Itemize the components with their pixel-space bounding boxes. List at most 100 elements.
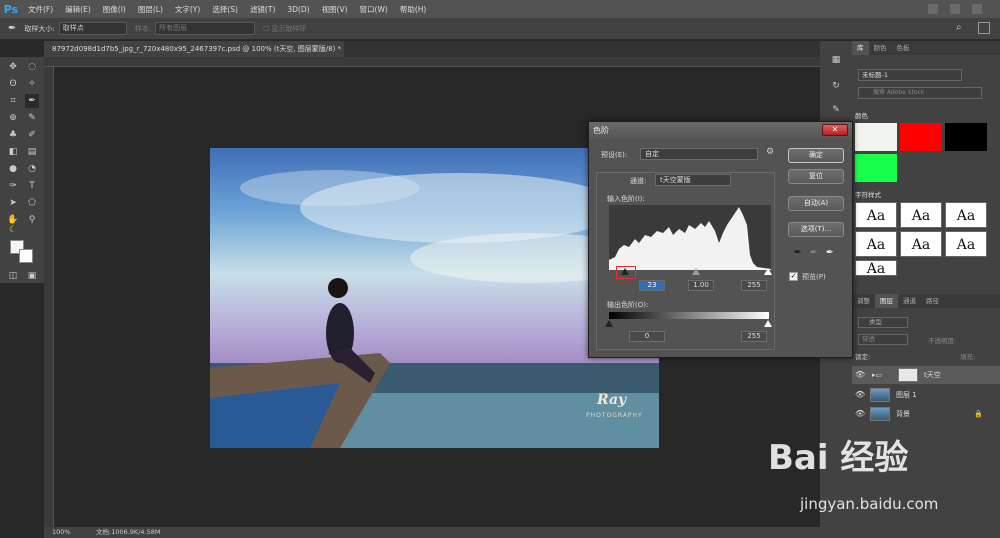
search-icon[interactable]: ⌕	[956, 22, 962, 33]
color-swatch-green[interactable]	[855, 154, 897, 182]
zoom-level[interactable]: 100%	[52, 527, 71, 538]
brush-tool-icon[interactable]: ✎	[25, 111, 39, 125]
menu-type[interactable]: 文字(Y)	[169, 4, 206, 15]
sample-size-select[interactable]: 取样点	[58, 22, 127, 35]
document-tab[interactable]: 87972d098d1d7b5_jpg_r_720x480x95_2467397…	[44, 41, 344, 57]
gradient-tool-icon[interactable]: ▤	[25, 145, 39, 159]
shape-tool-icon[interactable]: ⬠	[25, 196, 39, 210]
tab-library[interactable]: 库	[852, 41, 869, 55]
char-style-1[interactable]: Aa	[855, 202, 897, 228]
visibility-eye-icon[interactable]: 👁	[855, 366, 865, 384]
screen-mode-icon[interactable]: ▣	[25, 269, 39, 283]
eyedropper-icon[interactable]: ✒	[8, 23, 16, 34]
dialog-title[interactable]: 色阶	[589, 122, 852, 139]
options-button[interactable]: 选项(T)...	[788, 222, 844, 237]
input-white-field[interactable]: 255	[741, 280, 767, 291]
output-white-field[interactable]: 255	[741, 331, 767, 342]
tab-layers[interactable]: 图层	[875, 294, 898, 308]
preset-gear-icon[interactable]: ⚙	[766, 147, 774, 157]
tab-paths[interactable]: 路径	[921, 294, 944, 308]
visibility-eye-icon[interactable]: 👁	[855, 405, 865, 423]
reset-button[interactable]: 复位	[788, 169, 844, 184]
gamma-handle[interactable]	[692, 268, 700, 275]
layer-name[interactable]: 背景	[896, 405, 910, 423]
layer-row-background[interactable]: 👁 背景 🔒	[852, 405, 1000, 423]
dialog-close-button[interactable]: ✕	[822, 124, 848, 136]
channel-select[interactable]: t天空蒙版	[655, 174, 731, 186]
input-black-field[interactable]: 23	[639, 280, 665, 291]
marquee-tool-icon[interactable]: ◌	[25, 60, 39, 74]
char-style-6[interactable]: Aa	[945, 231, 987, 257]
tool-presets-icon[interactable]: ✎	[829, 103, 843, 117]
menu-filter[interactable]: 滤镜(T)	[244, 4, 281, 15]
char-style-7[interactable]: Aa	[855, 260, 897, 276]
auto-button[interactable]: 自动(A)	[788, 196, 844, 211]
color-swatch-black[interactable]	[945, 123, 987, 151]
preview-checkbox[interactable]: ✓	[789, 272, 798, 281]
tab-swatches[interactable]: 色板	[892, 41, 915, 55]
layer-filter-select[interactable]: 类型	[858, 317, 908, 328]
preset-select[interactable]: 自定	[640, 148, 758, 160]
type-tool-icon[interactable]: T	[25, 179, 39, 193]
restore-icon[interactable]	[950, 4, 960, 14]
path-select-icon[interactable]: ➤	[6, 196, 20, 210]
menu-3d[interactable]: 3D(D)	[281, 5, 315, 14]
blend-mode-select[interactable]: 穿透	[858, 334, 908, 345]
magic-wand-icon[interactable]: ✧	[25, 77, 39, 91]
stock-search-input[interactable]: 搜索 Adobe Stock	[858, 87, 982, 99]
layer-name[interactable]: 图层 1	[896, 386, 917, 404]
close-icon[interactable]	[972, 4, 982, 14]
eyedropper-tool-icon[interactable]: ✒	[25, 94, 39, 108]
menu-view[interactable]: 视图(V)	[316, 4, 354, 15]
dodge-tool-icon[interactable]: ◔	[25, 162, 39, 176]
char-style-4[interactable]: Aa	[855, 231, 897, 257]
layer-mask-thumb[interactable]	[898, 368, 918, 382]
blur-tool-icon[interactable]: ●	[6, 162, 20, 176]
white-eyedropper-icon[interactable]: ✒	[826, 248, 834, 258]
menu-file[interactable]: 文件(F)	[22, 4, 59, 15]
crop-tool-icon[interactable]: ⌗	[6, 94, 20, 108]
library-select[interactable]: 未标题-1	[858, 69, 962, 81]
color-swatch-red[interactable]	[900, 123, 942, 151]
output-black-handle[interactable]	[605, 320, 613, 327]
char-style-3[interactable]: Aa	[945, 202, 987, 228]
zoom-tool-icon[interactable]: ⚲	[25, 213, 39, 227]
ok-button[interactable]: 确定	[788, 148, 844, 163]
output-black-field[interactable]: 0	[629, 331, 665, 342]
menu-edit[interactable]: 编辑(E)	[59, 4, 97, 15]
char-styles-section-header[interactable]: 字符样式	[855, 189, 881, 199]
layer-row-sky[interactable]: 👁 ▸▭ t天空	[852, 366, 1000, 384]
show-sampling-ring-checkbox[interactable]: ☐	[263, 25, 269, 33]
history-brush-icon[interactable]: ✐	[25, 128, 39, 142]
history-panel-icon[interactable]: ▦	[829, 53, 843, 67]
stamp-tool-icon[interactable]: ♣	[6, 128, 20, 142]
layer-name[interactable]: t天空	[924, 366, 941, 384]
eraser-tool-icon[interactable]: ◧	[6, 145, 20, 159]
tab-color[interactable]: 颜色	[869, 41, 892, 55]
color-swatch-white[interactable]	[855, 123, 897, 151]
visibility-eye-icon[interactable]: 👁	[855, 386, 865, 404]
menu-layer[interactable]: 图层(L)	[132, 4, 169, 15]
document-info[interactable]: 文档:1006.9K/4.58M	[96, 527, 160, 538]
quick-mask-icon[interactable]: ◫	[6, 269, 20, 283]
menu-image[interactable]: 图像(I)	[97, 4, 132, 15]
lasso-tool-icon[interactable]: ʘ	[6, 77, 20, 91]
healing-tool-icon[interactable]: ⊕	[6, 111, 20, 125]
move-tool-icon[interactable]: ✥	[6, 60, 20, 74]
background-color-swatch[interactable]	[19, 249, 33, 263]
char-style-2[interactable]: Aa	[900, 202, 942, 228]
tab-adjustments[interactable]: 调整	[852, 294, 875, 308]
tab-channels[interactable]: 通道	[898, 294, 921, 308]
workspace-icon[interactable]	[978, 22, 990, 34]
output-white-handle[interactable]	[764, 320, 772, 327]
pen-tool-icon[interactable]: ✑	[6, 179, 20, 193]
menu-help[interactable]: 帮助(H)	[394, 4, 433, 15]
input-gamma-field[interactable]: 1.00	[688, 280, 714, 291]
lock-icon[interactable]: 🔒	[974, 405, 983, 423]
menu-select[interactable]: 选择(S)	[206, 4, 244, 15]
black-eyedropper-icon[interactable]: ✒	[794, 248, 802, 258]
colors-section-header[interactable]: 颜色	[855, 110, 868, 120]
sample-select[interactable]: 所有图层	[155, 22, 256, 35]
actions-panel-icon[interactable]: ↻	[829, 79, 843, 93]
char-style-5[interactable]: Aa	[900, 231, 942, 257]
